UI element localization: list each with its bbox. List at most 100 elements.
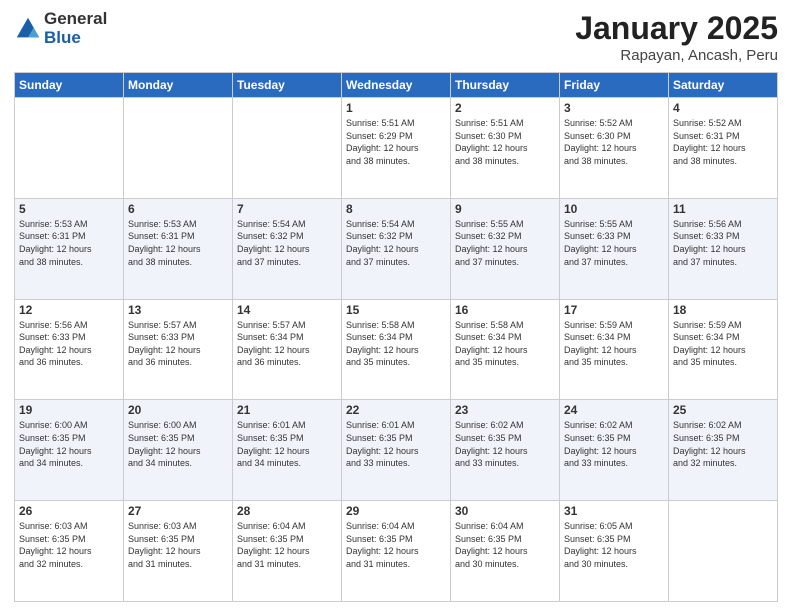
day-number: 9 (455, 202, 555, 216)
calendar-header-sunday: Sunday (15, 73, 124, 98)
calendar-cell: 22 Sunrise: 6:01 AM Sunset: 6:35 PM Dayli… (342, 400, 451, 501)
calendar-header-friday: Friday (560, 73, 669, 98)
day-number: 5 (19, 202, 119, 216)
day-number: 6 (128, 202, 228, 216)
calendar-cell: 23 Sunrise: 6:02 AM Sunset: 6:35 PM Dayli… (451, 400, 560, 501)
day-number: 19 (19, 403, 119, 417)
calendar-cell (15, 98, 124, 199)
calendar-cell: 15Sunrise: 5:58 AM Sunset: 6:34 PM Dayli… (342, 299, 451, 400)
calendar-cell: 12 Sunrise: 5:56 AM Sunset: 6:33 PM Dayli… (15, 299, 124, 400)
calendar-cell: 27Sunrise: 6:03 AM Sunset: 6:35 PM Dayli… (124, 501, 233, 602)
logo-text: General Blue (44, 10, 107, 47)
day-info: Sunrise: 5:56 AM Sunset: 6:33 PM Dayligh… (19, 319, 119, 369)
day-info: Sunrise: 5:58 AM Sunset: 6:34 PM Dayligh… (455, 319, 555, 369)
day-number: 10 (564, 202, 664, 216)
day-number: 11 (673, 202, 773, 216)
day-info: Sunrise: 5:52 AM Sunset: 6:31 PM Dayligh… (673, 117, 773, 167)
day-info: Sunrise: 5:54 AM Sunset: 6:32 PM Dayligh… (237, 218, 337, 268)
day-info: Sunrise: 5:51 AM Sunset: 6:30 PM Dayligh… (455, 117, 555, 167)
header: General Blue January 2025 Rapayan, Ancas… (14, 10, 778, 64)
calendar-table: SundayMondayTuesdayWednesdayThursdayFrid… (14, 72, 778, 602)
day-info: Sunrise: 5:59 AM Sunset: 6:34 PM Dayligh… (673, 319, 773, 369)
day-info: Sunrise: 6:04 AM Sunset: 6:35 PM Dayligh… (346, 520, 446, 570)
calendar-cell: 24 Sunrise: 6:02 AM Sunset: 6:35 PM Dayli… (560, 400, 669, 501)
day-info: Sunrise: 5:54 AM Sunset: 6:32 PM Dayligh… (346, 218, 446, 268)
day-number: 20 (128, 403, 228, 417)
calendar-cell: 4 Sunrise: 5:52 AM Sunset: 6:31 PM Daylig… (669, 98, 778, 199)
day-info: Sunrise: 6:03 AM Sunset: 6:35 PM Dayligh… (19, 520, 119, 570)
day-number: 17 (564, 303, 664, 317)
day-number: 15 (346, 303, 446, 317)
calendar-cell: 31Sunrise: 6:05 AM Sunset: 6:35 PM Dayli… (560, 501, 669, 602)
day-number: 24 (564, 403, 664, 417)
calendar-cell: 25 Sunrise: 6:02 AM Sunset: 6:35 PM Dayli… (669, 400, 778, 501)
day-number: 16 (455, 303, 555, 317)
calendar-cell: 13 Sunrise: 5:57 AM Sunset: 6:33 PM Dayli… (124, 299, 233, 400)
day-info: Sunrise: 6:02 AM Sunset: 6:35 PM Dayligh… (455, 419, 555, 469)
day-number: 21 (237, 403, 337, 417)
day-number: 23 (455, 403, 555, 417)
day-number: 13 (128, 303, 228, 317)
calendar-cell (233, 98, 342, 199)
calendar-cell: 6 Sunrise: 5:53 AM Sunset: 6:31 PM Daylig… (124, 198, 233, 299)
day-number: 4 (673, 101, 773, 115)
day-info: Sunrise: 5:57 AM Sunset: 6:33 PM Dayligh… (128, 319, 228, 369)
day-number: 7 (237, 202, 337, 216)
logo-general-text: General (44, 10, 107, 29)
calendar-header-tuesday: Tuesday (233, 73, 342, 98)
day-info: Sunrise: 6:02 AM Sunset: 6:35 PM Dayligh… (564, 419, 664, 469)
day-number: 3 (564, 101, 664, 115)
day-number: 14 (237, 303, 337, 317)
day-info: Sunrise: 5:53 AM Sunset: 6:31 PM Dayligh… (128, 218, 228, 268)
day-number: 28 (237, 504, 337, 518)
title-location: Rapayan, Ancash, Peru (575, 47, 778, 64)
day-number: 1 (346, 101, 446, 115)
calendar-cell: 17 Sunrise: 5:59 AM Sunset: 6:34 PM Dayli… (560, 299, 669, 400)
title-month: January 2025 (575, 10, 778, 47)
calendar-header-thursday: Thursday (451, 73, 560, 98)
calendar-cell: 5 Sunrise: 5:53 AM Sunset: 6:31 PM Daylig… (15, 198, 124, 299)
calendar-cell: 3 Sunrise: 5:52 AM Sunset: 6:30 PM Daylig… (560, 98, 669, 199)
calendar-cell: 16 Sunrise: 5:58 AM Sunset: 6:34 PM Dayli… (451, 299, 560, 400)
day-number: 30 (455, 504, 555, 518)
day-info: Sunrise: 5:55 AM Sunset: 6:33 PM Dayligh… (564, 218, 664, 268)
calendar-cell: 20Sunrise: 6:00 AM Sunset: 6:35 PM Dayli… (124, 400, 233, 501)
day-number: 27 (128, 504, 228, 518)
day-info: Sunrise: 6:04 AM Sunset: 6:35 PM Dayligh… (455, 520, 555, 570)
day-info: Sunrise: 5:57 AM Sunset: 6:34 PM Dayligh… (237, 319, 337, 369)
calendar-week-2: 12 Sunrise: 5:56 AM Sunset: 6:33 PM Dayli… (15, 299, 778, 400)
day-info: Sunrise: 5:59 AM Sunset: 6:34 PM Dayligh… (564, 319, 664, 369)
logo-icon (14, 15, 42, 43)
day-info: Sunrise: 6:04 AM Sunset: 6:35 PM Dayligh… (237, 520, 337, 570)
day-info: Sunrise: 6:02 AM Sunset: 6:35 PM Dayligh… (673, 419, 773, 469)
day-info: Sunrise: 5:51 AM Sunset: 6:29 PM Dayligh… (346, 117, 446, 167)
calendar-week-1: 5 Sunrise: 5:53 AM Sunset: 6:31 PM Daylig… (15, 198, 778, 299)
day-info: Sunrise: 5:56 AM Sunset: 6:33 PM Dayligh… (673, 218, 773, 268)
day-info: Sunrise: 5:55 AM Sunset: 6:32 PM Dayligh… (455, 218, 555, 268)
calendar-week-0: 1 Sunrise: 5:51 AM Sunset: 6:29 PM Daylig… (15, 98, 778, 199)
calendar-cell: 7 Sunrise: 5:54 AM Sunset: 6:32 PM Daylig… (233, 198, 342, 299)
day-info: Sunrise: 5:53 AM Sunset: 6:31 PM Dayligh… (19, 218, 119, 268)
day-info: Sunrise: 5:52 AM Sunset: 6:30 PM Dayligh… (564, 117, 664, 167)
calendar-cell: 21Sunrise: 6:01 AM Sunset: 6:35 PM Dayli… (233, 400, 342, 501)
day-number: 12 (19, 303, 119, 317)
day-number: 2 (455, 101, 555, 115)
day-number: 22 (346, 403, 446, 417)
logo-blue-text: Blue (44, 29, 107, 48)
day-info: Sunrise: 6:05 AM Sunset: 6:35 PM Dayligh… (564, 520, 664, 570)
calendar-cell: 28 Sunrise: 6:04 AM Sunset: 6:35 PM Dayli… (233, 501, 342, 602)
day-number: 18 (673, 303, 773, 317)
calendar-cell: 9 Sunrise: 5:55 AM Sunset: 6:32 PM Daylig… (451, 198, 560, 299)
day-info: Sunrise: 6:01 AM Sunset: 6:35 PM Dayligh… (346, 419, 446, 469)
day-info: Sunrise: 6:00 AM Sunset: 6:35 PM Dayligh… (19, 419, 119, 469)
calendar-week-3: 19 Sunrise: 6:00 AM Sunset: 6:35 PM Dayli… (15, 400, 778, 501)
calendar-cell: 1 Sunrise: 5:51 AM Sunset: 6:29 PM Daylig… (342, 98, 451, 199)
day-number: 25 (673, 403, 773, 417)
day-number: 8 (346, 202, 446, 216)
calendar-cell: 18 Sunrise: 5:59 AM Sunset: 6:34 PM Dayli… (669, 299, 778, 400)
calendar-cell: 11 Sunrise: 5:56 AM Sunset: 6:33 PM Dayli… (669, 198, 778, 299)
calendar-header-saturday: Saturday (669, 73, 778, 98)
calendar-cell: 19 Sunrise: 6:00 AM Sunset: 6:35 PM Dayli… (15, 400, 124, 501)
page: General Blue January 2025 Rapayan, Ancas… (0, 0, 792, 612)
logo: General Blue (14, 10, 107, 47)
